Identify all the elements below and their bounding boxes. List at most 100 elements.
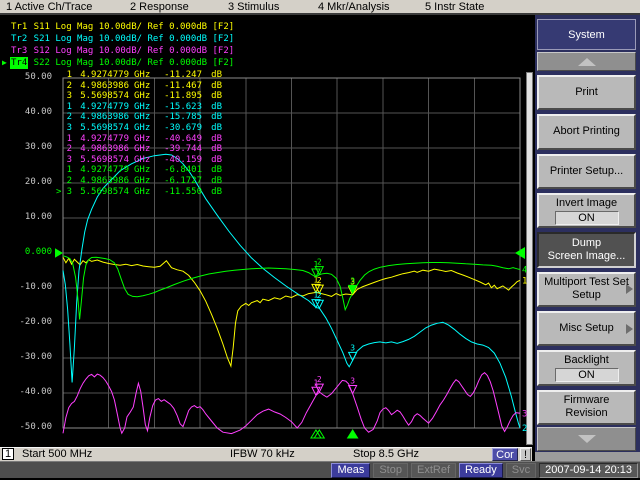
- marker-number: 2: [317, 291, 322, 300]
- up-arrow-icon: [578, 58, 596, 66]
- trace-format: S11 Log Mag 10.00dB/ Ref 0.000dB [F2]: [28, 21, 234, 33]
- trace-format: S21 Log Mag 10.00dB/ Ref 0.000dB [F2]: [28, 33, 234, 45]
- softkey-backlight[interactable]: BacklightON: [537, 350, 636, 385]
- datetime-display: 2007-09-14 20:13: [539, 463, 638, 478]
- marker-cell: 1: [63, 134, 72, 145]
- softkey-state-indicator: ON: [555, 211, 619, 225]
- y-axis-label: 0.000: [2, 247, 52, 257]
- marker-cell: dB: [202, 134, 222, 145]
- marker-cell: -15.785: [154, 112, 202, 123]
- correction-status-badge: Cor: [492, 448, 518, 461]
- softkey-invert-image[interactable]: Invert ImageON: [537, 193, 636, 228]
- marker-cell: -11.895: [154, 91, 202, 102]
- marker-cell: dB: [202, 112, 222, 123]
- softkey-print[interactable]: Print: [537, 75, 636, 110]
- marker-cell: 4.9274779: [72, 134, 129, 145]
- marker-cell: GHz: [129, 144, 154, 155]
- trace-format: S12 Log Mag 10.00dB/ Ref 0.000dB [F2]: [28, 45, 234, 57]
- marker-cell: dB: [202, 187, 222, 198]
- marker-number: 2: [317, 375, 322, 384]
- marker-cell: 4.9863986: [72, 112, 129, 123]
- softkey-scroll-down-button[interactable]: [537, 427, 636, 451]
- marker-number: 3: [350, 377, 355, 386]
- softkey-label: Screen Image...: [548, 250, 626, 263]
- y-axis-label: 30.00: [2, 142, 52, 152]
- marker-cell: 4.9274779: [72, 70, 129, 81]
- marker-cell: 4.9863986: [72, 176, 129, 187]
- softkey-multiport-test-set-setup[interactable]: Multiport Test SetSetup: [537, 272, 636, 307]
- marker-cell: GHz: [129, 123, 154, 134]
- softkey-label: Backlight: [564, 354, 609, 367]
- menu-item-5[interactable]: 5 Instr State: [425, 1, 484, 13]
- marker-cell: [56, 102, 63, 113]
- status-svc: Svc: [506, 463, 536, 478]
- alert-badge: !: [520, 448, 531, 461]
- marker-cell: 5.5698574: [72, 91, 129, 102]
- marker-cell: 1: [63, 102, 72, 113]
- softkey-misc-setup[interactable]: Misc Setup: [537, 311, 636, 346]
- trace-number-label: 3: [522, 409, 527, 419]
- marker-cell: 5.5698574: [72, 155, 129, 166]
- marker-readout-row: >35.5698574GHz-11.550dB: [56, 187, 222, 198]
- softkey-dump-screen-image[interactable]: DumpScreen Image...: [537, 232, 636, 267]
- marker-cell: [56, 70, 63, 81]
- ref-level-left-icon: [55, 247, 63, 259]
- softkey-label: Multiport Test Set: [544, 276, 629, 289]
- softkey-label: Abort Printing: [553, 125, 620, 138]
- y-axis-labels: 50.0040.0030.0020.0010.000.000-10.00-20.…: [0, 0, 54, 480]
- instrument-status-bar: Meas Stop ExtRef Ready Svc 2007-09-14 20…: [0, 461, 640, 478]
- marker-readout-row: 14.9274779GHz-6.8401dB: [56, 165, 222, 176]
- marker-readout-row: 24.9863986GHz-11.467dB: [56, 81, 222, 92]
- marker-cell: -11.550: [154, 187, 202, 198]
- marker-cell: GHz: [129, 91, 154, 102]
- softkey-state-indicator: ON: [555, 368, 619, 382]
- marker-cell: -11.247: [154, 70, 202, 81]
- marker-cell: 5.5698574: [72, 187, 129, 198]
- softkey-printer-setup[interactable]: Printer Setup...: [537, 154, 636, 189]
- status-meas: Meas: [331, 463, 370, 478]
- softkey-firmware-revision[interactable]: FirmwareRevision: [537, 390, 636, 425]
- y-axis-label: -30.00: [2, 352, 52, 362]
- marker-cell: dB: [202, 70, 222, 81]
- softkey-scroll-up-button[interactable]: [537, 52, 636, 71]
- marker-cell: 2: [63, 81, 72, 92]
- marker-cell: 3: [63, 91, 72, 102]
- marker-cell: GHz: [129, 155, 154, 166]
- menu-item-2[interactable]: 2 Response: [130, 1, 189, 13]
- marker-cell: -30.679: [154, 123, 202, 134]
- marker-cell: -6.1727: [154, 176, 202, 187]
- status-ready: Ready: [459, 463, 503, 478]
- marker-cell: GHz: [129, 187, 154, 198]
- marker-cell: 5.5698574: [72, 123, 129, 134]
- softkey-abort-printing[interactable]: Abort Printing: [537, 114, 636, 149]
- stimulus-marker-indicator: [314, 430, 324, 438]
- marker-cell: -39.744: [154, 144, 202, 155]
- marker-cell: dB: [202, 165, 222, 176]
- softkey-list: Print Abort Printing Printer Setup... Inver…: [537, 75, 636, 425]
- marker-cell: GHz: [129, 102, 154, 113]
- status-stop: Stop: [373, 463, 408, 478]
- marker-cell: 4.9863986: [72, 81, 129, 92]
- marker-readout-row: 35.5698574GHz-11.895dB: [56, 91, 222, 102]
- submenu-arrow-icon: [626, 324, 633, 334]
- marker-cell: dB: [202, 102, 222, 113]
- y-axis-label: 20.00: [2, 177, 52, 187]
- marker-cell: 2: [63, 112, 72, 123]
- marker-cell: dB: [202, 144, 222, 155]
- menu-item-4[interactable]: 4 Mkr/Analysis: [318, 1, 390, 13]
- menu-item-3[interactable]: 3 Stimulus: [228, 1, 279, 13]
- trace-format: S22 Log Mag 10.00dB/ Ref 0.000dB [F2]: [28, 57, 234, 69]
- softkey-label: Firmware: [564, 394, 610, 407]
- marker-readout-row: 14.9274779GHz-15.623dB: [56, 102, 222, 113]
- menu-bar: 1 Active Ch/Trace2 Response3 Stimulus4 M…: [0, 0, 640, 15]
- marker-cell: [56, 176, 63, 187]
- marker-number: 3: [350, 276, 355, 285]
- stimulus-marker-indicator: [348, 430, 358, 438]
- marker-readout-row: 35.5698574GHz-30.679dB: [56, 123, 222, 134]
- marker-cell: 4.9274779: [72, 102, 129, 113]
- marker-readout-row: 14.9274779GHz-40.649dB: [56, 134, 222, 145]
- softkey-label: Revision: [565, 407, 607, 420]
- marker-cell: dB: [202, 81, 222, 92]
- marker-readout-row: 24.9863986GHz-39.744dB: [56, 144, 222, 155]
- marker-cell: dB: [202, 123, 222, 134]
